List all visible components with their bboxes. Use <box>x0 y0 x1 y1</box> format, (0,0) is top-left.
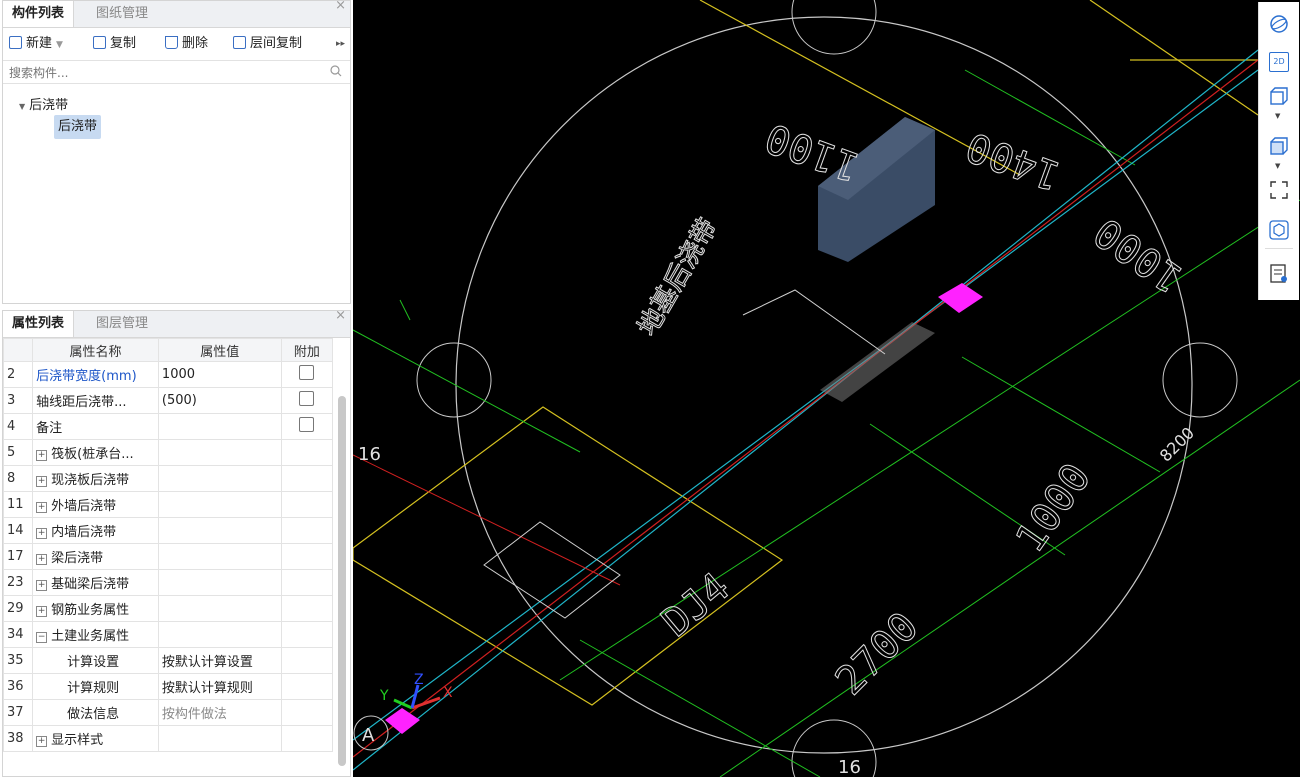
value-cell[interactable]: 按默认计算规则 <box>157 673 282 700</box>
chevron-down-icon[interactable]: ▼ <box>1275 112 1280 120</box>
svg-text:Y: Y <box>379 688 389 704</box>
search-bar <box>3 60 350 84</box>
scrollbar[interactable] <box>338 396 346 766</box>
close-icon[interactable]: × <box>335 308 346 323</box>
property-table: 属性名称 属性值 附加 2 后浇带宽度(mm) 1000 3 轴线距后浇带...… <box>2 338 334 752</box>
new-button[interactable]: 新建 ▼ <box>9 28 63 60</box>
component-tabs: 构件列表 图纸管理 × <box>3 0 350 28</box>
axis-label: A <box>362 725 375 746</box>
value-cell[interactable]: 按构件做法 <box>157 699 282 726</box>
left-panel: 构件列表 图纸管理 × 新建▼ 复制 删除 层间复制 ▸▸ ▼后浇带 后浇带 属… <box>0 0 353 777</box>
more-icon[interactable]: ▸▸ <box>336 28 345 60</box>
table-row[interactable]: 38 + 显示样式 <box>2 725 334 752</box>
value-cell[interactable]: (500) <box>157 387 282 414</box>
table-row[interactable]: 2 后浇带宽度(mm) 1000 <box>2 361 334 388</box>
table-row[interactable]: 34 − 土建业务属性 <box>2 621 334 648</box>
delete-button[interactable]: 删除 <box>165 28 208 60</box>
header-value: 属性值 <box>157 338 282 362</box>
view-2d-button[interactable]: 2D <box>1269 52 1289 72</box>
tree-item-selected[interactable]: 后浇带 <box>54 115 102 139</box>
orbit-icon[interactable] <box>1269 14 1289 34</box>
property-tabs: 属性列表 图层管理 × <box>3 308 350 338</box>
chevron-down-icon: ▼ <box>56 40 63 50</box>
table-row[interactable]: 14 + 内墙后浇带 <box>2 517 334 544</box>
table-row[interactable]: 11 + 外墙后浇带 <box>2 491 334 518</box>
axis-label: 16 <box>358 444 381 465</box>
expand-icon[interactable]: + <box>36 580 48 591</box>
caret-down-icon: ▼ <box>19 102 26 111</box>
tab-drawing-management[interactable]: 图纸管理 <box>87 1 157 27</box>
tab-component-list[interactable]: 构件列表 <box>3 1 75 27</box>
table-row[interactable]: 23 + 基础梁后浇带 <box>2 569 334 596</box>
floor-copy-button[interactable]: 层间复制 <box>233 28 302 60</box>
header-extra: 附加 <box>280 338 334 362</box>
svg-text:Z: Z <box>414 672 424 688</box>
close-icon[interactable]: × <box>335 0 346 13</box>
table-row[interactable]: 36 计算规则 按默认计算规则 <box>2 673 334 700</box>
cube-icon[interactable] <box>1269 86 1289 106</box>
axis-label: 16 <box>838 757 861 777</box>
trash-icon <box>165 36 178 49</box>
table-header: 属性名称 属性值 附加 <box>2 338 334 362</box>
value-cell[interactable]: 按默认计算设置 <box>157 647 282 674</box>
expand-icon[interactable]: + <box>36 736 48 747</box>
search-icon[interactable] <box>330 65 342 77</box>
copy-icon <box>93 36 106 49</box>
copy-button[interactable]: 复制 <box>93 28 136 60</box>
copy-icon <box>233 36 246 49</box>
component-toolbar: 新建 ▼ 复制 删除 层间复制 ▸▸ <box>3 28 350 60</box>
property-list-panel: 属性列表 图层管理 × 属性名称 属性值 附加 2 后浇带宽度(mm) 1000… <box>2 308 351 777</box>
search-input[interactable] <box>7 63 321 83</box>
tree-group[interactable]: ▼ 后浇带 <box>19 94 68 113</box>
expand-icon[interactable]: + <box>36 554 48 565</box>
table-row[interactable]: 37 做法信息 按构件做法 <box>2 699 334 726</box>
value-cell[interactable] <box>157 413 282 440</box>
table-row[interactable]: 3 轴线距后浇带... (500) <box>2 387 334 414</box>
table-row[interactable]: 4 备注 <box>2 413 334 440</box>
table-row[interactable]: 8 + 现浇板后浇带 <box>2 465 334 492</box>
solid-cube-icon[interactable] <box>1269 136 1289 156</box>
component-list-panel: 构件列表 图纸管理 × 新建▼ 复制 删除 层间复制 ▸▸ ▼后浇带 后浇带 <box>2 0 351 304</box>
expand-icon[interactable]: + <box>36 502 48 513</box>
collapse-icon[interactable]: − <box>36 632 48 643</box>
table-row[interactable]: 35 计算设置 按默认计算设置 <box>2 647 334 674</box>
table-row[interactable]: 29 + 钢筋业务属性 <box>2 595 334 622</box>
tab-property-list[interactable]: 属性列表 <box>3 311 75 337</box>
chevron-down-icon[interactable]: ▼ <box>1275 162 1280 170</box>
svg-text:X: X <box>443 685 453 701</box>
component-tree: ▼ 后浇带 后浇带 <box>3 84 350 289</box>
expand-icon[interactable]: + <box>36 528 48 539</box>
new-icon <box>9 36 22 49</box>
table-row[interactable]: 5 + 筏板(桩承台... <box>2 439 334 466</box>
view-cube-icon[interactable] <box>1269 220 1289 240</box>
display-settings-icon[interactable] <box>1269 264 1289 284</box>
value-cell[interactable]: 1000 <box>157 361 282 388</box>
view-toolbar: 2D ▼ ▼ <box>1258 2 1299 300</box>
table-row[interactable]: 17 + 梁后浇带 <box>2 543 334 570</box>
extra-checkbox[interactable] <box>299 365 315 380</box>
cad-canvas[interactable]: 1100 1400 1000 1000 2700 DJ4 8200 地基后浇带 … <box>353 0 1300 777</box>
extra-checkbox[interactable] <box>299 391 315 406</box>
expand-icon[interactable]: + <box>36 476 48 487</box>
extra-checkbox[interactable] <box>299 417 315 432</box>
tab-layer-management[interactable]: 图层管理 <box>87 311 157 337</box>
expand-icon[interactable]: + <box>36 450 48 461</box>
header-name: 属性名称 <box>32 338 159 362</box>
expand-icon[interactable]: + <box>36 606 48 617</box>
fit-view-icon[interactable] <box>1269 180 1289 200</box>
